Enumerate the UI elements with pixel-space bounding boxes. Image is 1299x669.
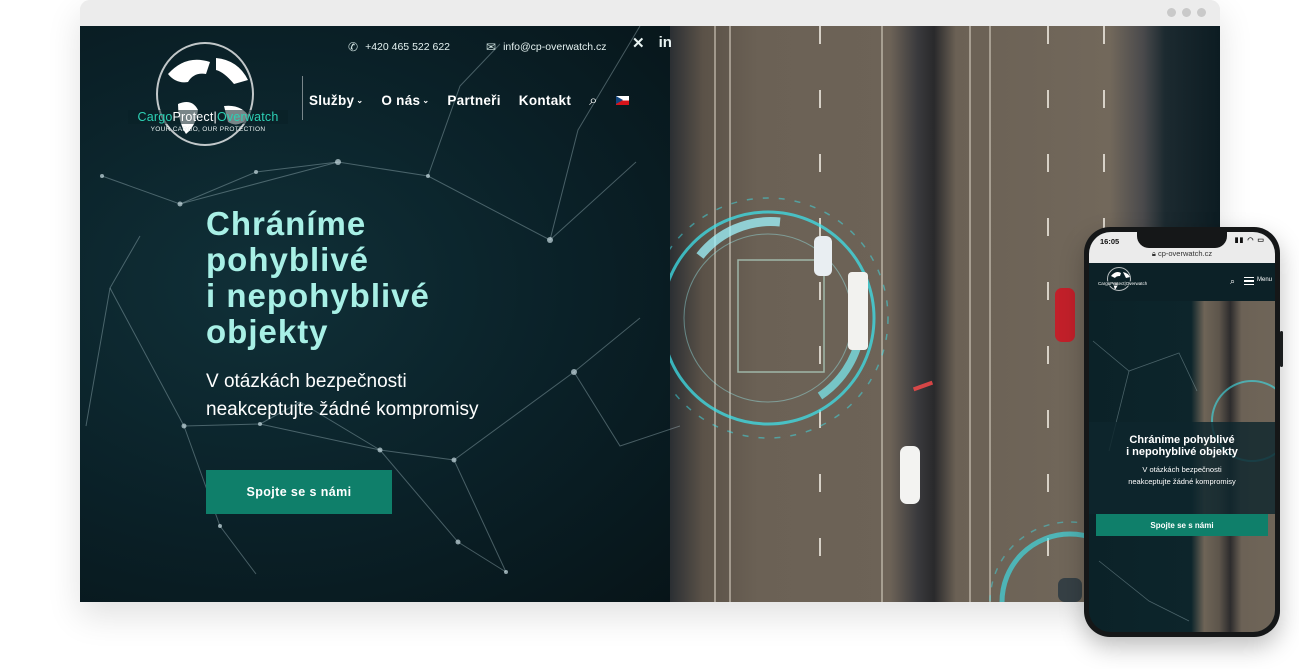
desktop-viewport: ✆ +420 465 522 622 ✉ info@cp-overwatch.c… — [80, 26, 1220, 602]
window-dot[interactable] — [1182, 8, 1191, 17]
status-time: 16:05 — [1100, 237, 1120, 246]
hero-subtitle-line: V otázkách bezpečnosti — [206, 371, 407, 392]
hamburger-menu-icon[interactable] — [1244, 277, 1254, 285]
window-dot[interactable] — [1197, 8, 1206, 17]
mobile-logo-wordmark: CargoProtect|Overwatch — [1098, 281, 1147, 286]
mockup-stage: ✆ +420 465 522 622 ✉ info@cp-overwatch.c… — [0, 0, 1299, 669]
logo-protect: Protect — [1110, 281, 1125, 286]
nav-label: Služby — [309, 93, 355, 108]
header-divider — [302, 76, 303, 120]
email-contact[interactable]: ✉ info@cp-overwatch.cz — [486, 40, 607, 54]
phone-contact[interactable]: ✆ +420 465 522 622 — [348, 40, 450, 54]
nav-label: O nás — [381, 93, 421, 108]
hero-subtitle-line: neakceptujte žádné kompromisy — [1128, 477, 1236, 486]
window-dot[interactable] — [1167, 8, 1176, 17]
xing-icon[interactable]: ✕ — [632, 34, 645, 52]
phone-notch — [1137, 232, 1227, 248]
chevron-down-icon: ⌄ — [356, 96, 364, 105]
phone-number[interactable]: +420 465 522 622 — [365, 41, 450, 53]
signal-wifi-battery-icon: ▮▮ ◠ ▭ — [1234, 237, 1265, 244]
mobile-screen: 16:05 ▮▮ ◠ ▭ 🔒︎ cp-overwatch.cz CargoPro… — [1089, 232, 1275, 632]
search-icon[interactable]: ⌕ — [589, 92, 598, 109]
chevron-down-icon: ⌄ — [422, 96, 430, 105]
site-logo[interactable]: CargoProtect|Overwatch YOUR CARGO, OUR P… — [124, 42, 288, 154]
mobile-hero-title: Chráníme pohyblivé i nepohyblivé objekty — [1089, 434, 1275, 458]
nav-item-sluzby[interactable]: Služby ⌄ — [309, 93, 363, 108]
logo-overwatch: Overwatch — [1125, 281, 1148, 286]
logo-protect: Protect — [172, 110, 214, 124]
hero-subtitle-line: neakceptujte žádné kompromisy — [206, 399, 479, 420]
logo-cargo: Cargo — [1098, 281, 1111, 286]
globe-icon — [1107, 267, 1131, 291]
mobile-url: cp-overwatch.cz — [1157, 249, 1213, 258]
search-icon[interactable]: ⌕ — [1230, 276, 1235, 287]
logo-cargo: Cargo — [137, 110, 173, 124]
hero-title: Chráníme pohyblivé i nepohyblivé objekty — [206, 206, 546, 350]
logo-tagline: YOUR CARGO, OUR PROTECTION — [150, 126, 266, 133]
mobile-url-bar[interactable]: 🔒︎ cp-overwatch.cz — [1089, 249, 1275, 263]
hero-title-line: Chráníme — [206, 205, 367, 242]
hero-title-line: Chráníme pohyblivé — [1129, 434, 1235, 446]
phone-icon: ✆ — [348, 40, 359, 54]
email-address[interactable]: info@cp-overwatch.cz — [503, 41, 606, 53]
main-nav: Služby ⌄ O nás ⌄ Partneři Kontakt ⌕ — [309, 92, 629, 109]
mail-icon: ✉ — [486, 40, 497, 54]
logo-wordmark: CargoProtect|Overwatch — [128, 110, 288, 124]
nav-item-partneri[interactable]: Partneři — [447, 93, 500, 108]
mobile-logo[interactable]: CargoProtect|Overwatch — [1098, 267, 1147, 295]
nav-item-o-nas[interactable]: O nás ⌄ — [381, 93, 429, 108]
mobile-hero-subtitle: V otázkách bezpečnosti neakceptujte žádn… — [1089, 464, 1275, 488]
mobile-phone-frame: 16:05 ▮▮ ◠ ▭ 🔒︎ cp-overwatch.cz CargoPro… — [1084, 227, 1283, 637]
contact-topbar: ✆ +420 465 522 622 ✉ info@cp-overwatch.c… — [348, 40, 607, 54]
contact-us-button[interactable]: Spojte se s námi — [206, 470, 392, 514]
hero-title-line: objekty — [206, 313, 329, 350]
window-controls — [1167, 8, 1206, 17]
mobile-header: CargoProtect|Overwatch ⌕ Menu — [1089, 263, 1275, 301]
hero-subtitle: V otázkách bezpečnosti neakceptujte žádn… — [206, 368, 526, 424]
social-links: ✕ in — [632, 34, 672, 52]
nav-item-kontakt[interactable]: Kontakt — [519, 93, 571, 108]
mobile-menu-label[interactable]: Menu — [1257, 277, 1272, 283]
linkedin-icon[interactable]: in — [659, 34, 672, 52]
hero-subtitle-line: V otázkách bezpečnosti — [1142, 465, 1222, 474]
hero-title-line: pohyblivé — [206, 241, 370, 278]
browser-toolbar — [80, 0, 1220, 26]
desktop-browser-frame: ✆ +420 465 522 622 ✉ info@cp-overwatch.c… — [80, 0, 1220, 602]
phone-side-button — [1280, 331, 1283, 367]
hero-title-line: i nepohyblivé — [206, 277, 430, 314]
mobile-contact-us-button[interactable]: Spojte se s námi — [1096, 514, 1268, 536]
hero-title-line: i nepohyblivé objekty — [1126, 446, 1238, 458]
cz-flag-icon[interactable] — [615, 96, 629, 105]
logo-overwatch: Overwatch — [216, 110, 279, 124]
